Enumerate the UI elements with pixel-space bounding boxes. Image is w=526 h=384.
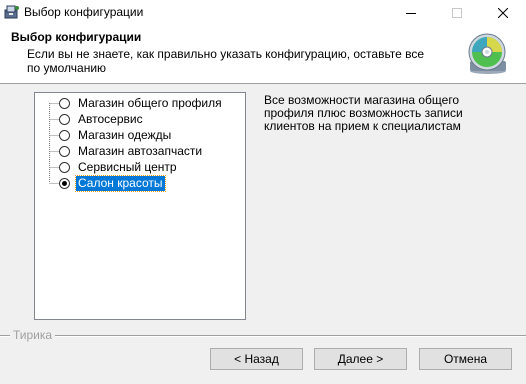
tree-item-label: Сервисный центр (78, 159, 177, 174)
title-bar: Выбор конфигурации (0, 0, 526, 26)
tree-item-service-center[interactable]: Сервисный центр (59, 159, 179, 175)
radio-icon[interactable] (59, 97, 70, 109)
radio-icon[interactable] (59, 161, 70, 173)
page-description: Если вы не знаете, как правильно указать… (27, 47, 425, 75)
installer-icon (4, 4, 20, 20)
setup-window: Выбор конфигурации Выбор конфигурации Ес… (0, 0, 526, 384)
maximize-button[interactable] (434, 0, 480, 26)
tree-item-label: Автосервис (78, 111, 143, 126)
tree-item-auto-service[interactable]: Автосервис (59, 111, 145, 127)
close-icon (498, 8, 508, 18)
minimize-icon (406, 13, 416, 14)
page-title: Выбор конфигурации (11, 30, 142, 44)
cd-disc-icon (462, 31, 512, 75)
back-button[interactable]: < Назад (210, 348, 303, 370)
radio-icon[interactable] (59, 129, 70, 141)
brand-label: Тирика (10, 328, 56, 342)
configuration-tree[interactable]: Магазин общего профиля Автосервис Магази… (34, 92, 246, 320)
tree-item-label: Магазин общего профиля (78, 95, 222, 110)
tree-item-clothing-store[interactable]: Магазин одежды (59, 127, 173, 143)
radio-icon[interactable] (59, 145, 70, 157)
radio-checked-icon[interactable] (59, 177, 70, 189)
close-button[interactable] (480, 0, 526, 26)
tree-item-auto-parts-store[interactable]: Магазин автозапчасти (59, 143, 204, 159)
tree-item-beauty-salon[interactable]: Салон красоты (59, 174, 166, 192)
tree-item-label: Магазин автозапчасти (78, 143, 203, 158)
next-button[interactable]: Далее > (314, 348, 407, 370)
tree-item-label: Магазин одежды (78, 127, 172, 142)
minimize-button[interactable] (388, 0, 434, 26)
maximize-icon (452, 8, 462, 18)
tree-item-label: Салон красоты (75, 174, 166, 192)
footer-divider (0, 335, 526, 337)
wizard-header: Выбор конфигурации Если вы не знаете, ка… (0, 26, 526, 84)
configuration-description: Все возможности магазина общего профиля … (264, 93, 463, 133)
cancel-button[interactable]: Отмена (419, 348, 512, 370)
window-title: Выбор конфигурации (24, 5, 144, 19)
radio-icon[interactable] (59, 113, 70, 125)
tree-item-general-store[interactable]: Магазин общего профиля (59, 95, 224, 111)
